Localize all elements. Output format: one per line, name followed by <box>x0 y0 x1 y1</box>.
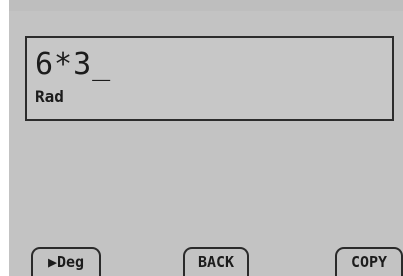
expression-display: 6*3_ Rad <box>25 36 394 121</box>
angle-mode-indicator: Rad <box>35 87 64 106</box>
screen-top-bar <box>9 0 403 11</box>
back-softkey[interactable]: BACK <box>183 247 249 276</box>
expression-text: 6*3_ <box>35 47 112 82</box>
to-degrees-softkey[interactable]: ▶Deg <box>31 247 101 276</box>
calculator-screen: 6*3_ Rad ▶Deg BACK COPY <box>9 0 403 276</box>
copy-softkey[interactable]: COPY <box>335 247 403 276</box>
